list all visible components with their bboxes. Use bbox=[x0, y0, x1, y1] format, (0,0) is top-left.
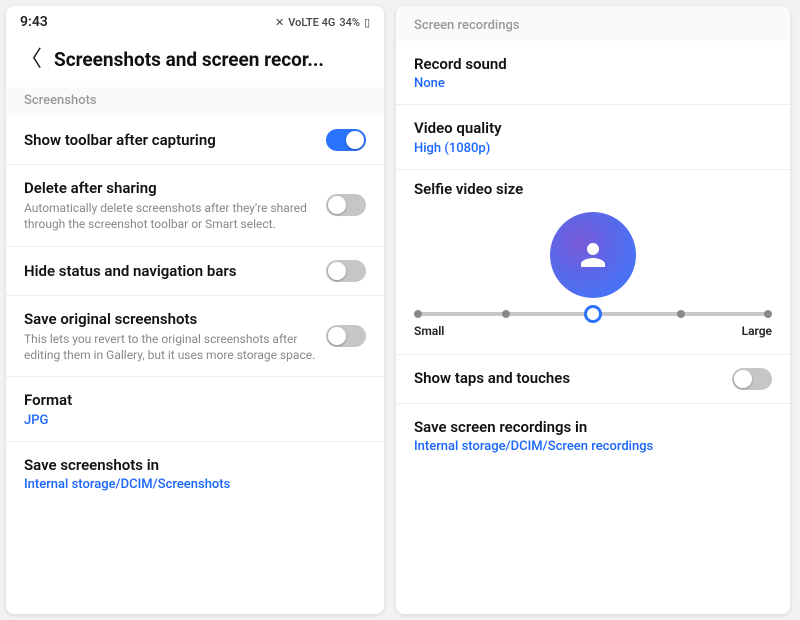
back-icon[interactable]: 〈 bbox=[20, 49, 42, 71]
row-label: Hide status and navigation bars bbox=[24, 261, 316, 281]
battery-icon: ▯ bbox=[364, 16, 370, 29]
battery-text: 34% bbox=[339, 16, 360, 29]
row-show-taps[interactable]: Show taps and touches bbox=[396, 355, 790, 404]
row-record-sound[interactable]: Record sound None bbox=[396, 41, 790, 105]
row-label: Format bbox=[24, 390, 366, 410]
toggle-show-toolbar[interactable] bbox=[326, 129, 366, 151]
row-value: JPG bbox=[24, 413, 366, 428]
row-show-toolbar[interactable]: Show toolbar after capturing bbox=[6, 116, 384, 165]
page-title: Screenshots and screen recor... bbox=[54, 48, 324, 71]
mute-icon: ✕ bbox=[275, 16, 284, 29]
status-indicators: ✕ VoLTE 4G 34% ▯ bbox=[275, 16, 370, 29]
row-hide-bars[interactable]: Hide status and navigation bars bbox=[6, 247, 384, 296]
person-icon bbox=[575, 237, 611, 273]
settings-panel-recordings: Screen recordings Record sound None Vide… bbox=[396, 6, 790, 614]
row-delete-after-sharing[interactable]: Delete after sharing Automatically delet… bbox=[6, 165, 384, 247]
row-label: Video quality bbox=[414, 118, 772, 138]
slider-tick[interactable] bbox=[414, 310, 422, 318]
settings-panel-screenshots: 9:43 ✕ VoLTE 4G 34% ▯ 〈 Screenshots and … bbox=[6, 6, 384, 614]
row-label: Delete after sharing bbox=[24, 178, 316, 198]
row-label: Save original screenshots bbox=[24, 309, 316, 329]
row-save-screenshots-in[interactable]: Save screenshots in Internal storage/DCI… bbox=[6, 442, 384, 505]
row-value: None bbox=[414, 76, 772, 91]
row-save-recordings-in[interactable]: Save screen recordings in Internal stora… bbox=[396, 404, 790, 467]
slider-min-label: Small bbox=[414, 324, 444, 338]
slider-tick[interactable] bbox=[677, 310, 685, 318]
toggle-delete-sharing[interactable] bbox=[326, 194, 366, 216]
section-header-screenshots: Screenshots bbox=[6, 87, 384, 116]
slider-labels: Small Large bbox=[414, 324, 772, 338]
row-format[interactable]: Format JPG bbox=[6, 377, 384, 441]
avatar-icon bbox=[550, 212, 636, 298]
slider-max-label: Large bbox=[742, 324, 772, 338]
slider-thumb[interactable] bbox=[584, 305, 602, 323]
status-time: 9:43 bbox=[20, 14, 48, 30]
slider-tick[interactable] bbox=[764, 310, 772, 318]
row-value: Internal storage/DCIM/Screenshots bbox=[24, 477, 366, 492]
row-save-original[interactable]: Save original screenshots This lets you … bbox=[6, 296, 384, 378]
row-label: Selfie video size bbox=[414, 180, 772, 198]
row-desc: Automatically delete screenshots after t… bbox=[24, 200, 316, 232]
row-label: Show toolbar after capturing bbox=[24, 130, 316, 150]
toggle-save-original[interactable] bbox=[326, 325, 366, 347]
header: 〈 Screenshots and screen recor... bbox=[6, 34, 384, 87]
toggle-hide-bars[interactable] bbox=[326, 260, 366, 282]
toggle-show-taps[interactable] bbox=[732, 368, 772, 390]
row-video-quality[interactable]: Video quality High (1080p) bbox=[396, 105, 790, 169]
row-label: Record sound bbox=[414, 54, 772, 74]
selfie-size-slider[interactable] bbox=[418, 312, 768, 316]
row-label: Save screen recordings in bbox=[414, 417, 772, 437]
status-bar: 9:43 ✕ VoLTE 4G 34% ▯ bbox=[6, 6, 384, 34]
row-label: Show taps and touches bbox=[414, 368, 722, 388]
row-value: High (1080p) bbox=[414, 141, 772, 156]
row-label: Save screenshots in bbox=[24, 455, 366, 475]
slider-tick[interactable] bbox=[502, 310, 510, 318]
selfie-preview bbox=[414, 212, 772, 298]
row-selfie-size: Selfie video size Small Large bbox=[396, 170, 790, 355]
row-desc: This lets you revert to the original scr… bbox=[24, 331, 316, 363]
section-header-recordings: Screen recordings bbox=[396, 6, 790, 41]
row-value: Internal storage/DCIM/Screen recordings bbox=[414, 439, 772, 454]
